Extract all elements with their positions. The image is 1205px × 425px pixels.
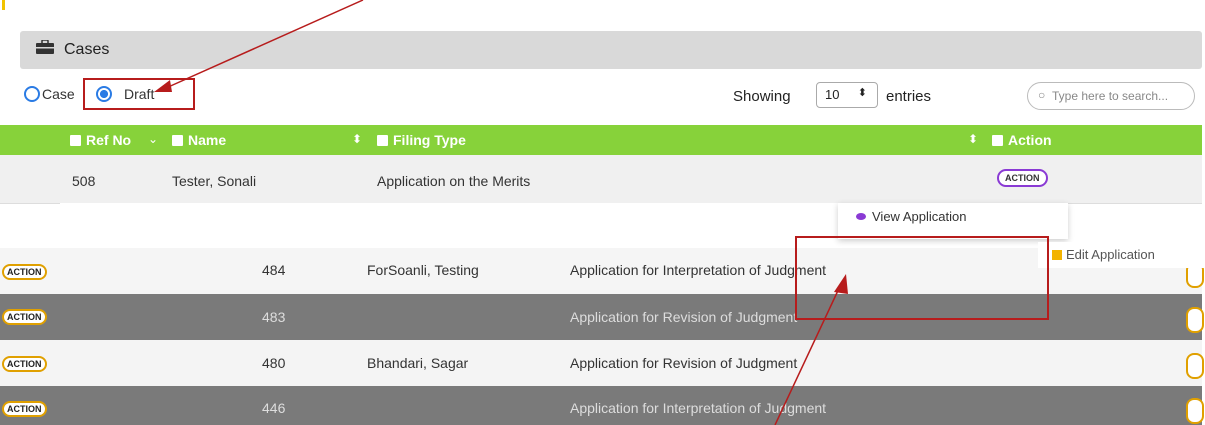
- annotation-arrows: [154, 0, 848, 425]
- annotation-arrow-line: [165, 0, 364, 89]
- annotation-arrow-line: [774, 281, 843, 425]
- annotation-arrowhead: [834, 274, 848, 294]
- annotation-arrowhead: [154, 80, 172, 92]
